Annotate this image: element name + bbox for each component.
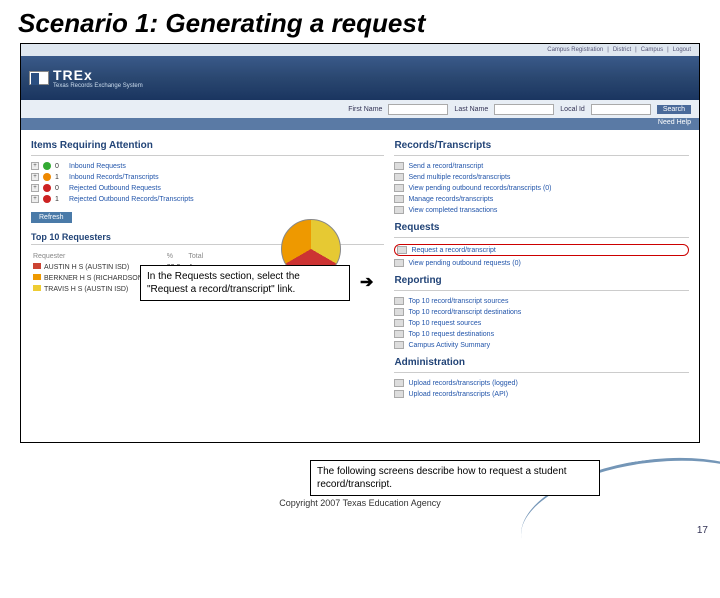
page-number: 17: [697, 525, 708, 536]
refresh-button[interactable]: Refresh: [31, 212, 72, 223]
help-bar[interactable]: Need Help: [21, 118, 699, 130]
label-local-id: Local Id: [560, 106, 585, 113]
doc-icon: [394, 184, 404, 192]
doc-icon: [394, 195, 404, 203]
report-link[interactable]: Campus Activity Summary: [408, 342, 490, 349]
rejected-requests-link[interactable]: Rejected Outbound Requests: [69, 185, 161, 192]
brand-name: TREx: [53, 67, 143, 83]
search-button[interactable]: Search: [657, 105, 691, 114]
expand-icon[interactable]: +: [31, 173, 39, 181]
view-pending-requests-link[interactable]: View pending outbound requests (0): [408, 260, 520, 267]
tab-campus-reg[interactable]: Campus Registration: [547, 47, 603, 53]
doc-icon: [394, 206, 404, 214]
upload-icon: [394, 390, 404, 398]
reporting-title: Reporting: [394, 275, 689, 286]
slide-title: Scenario 1: Generating a request: [0, 0, 720, 43]
right-column: Records/Transcripts Send a record/transc…: [394, 136, 689, 434]
swatch-icon: [33, 263, 41, 269]
expand-icon[interactable]: +: [31, 184, 39, 192]
report-link[interactable]: Top 10 record/transcript destinations: [408, 309, 521, 316]
first-name-input[interactable]: [388, 104, 448, 115]
label-first-name: First Name: [348, 106, 382, 113]
status-dot-orange: [43, 173, 51, 181]
tab-district[interactable]: District: [613, 47, 631, 53]
attention-title: Items Requiring Attention: [31, 140, 384, 151]
request-record-link[interactable]: Request a record/transcript: [411, 247, 495, 254]
report-link[interactable]: Top 10 request sources: [408, 320, 481, 327]
doc-icon: [397, 246, 407, 254]
upload-logged-link[interactable]: Upload records/transcripts (logged): [408, 380, 517, 387]
doc-icon: [394, 162, 404, 170]
send-multiple-link[interactable]: Send multiple records/transcripts: [408, 174, 510, 181]
banner: TREx Texas Records Exchange System: [21, 56, 699, 100]
upload-icon: [394, 379, 404, 387]
report-icon: [394, 308, 404, 316]
brand-subtitle: Texas Records Exchange System: [53, 83, 143, 89]
inbound-records-link[interactable]: Inbound Records/Transcripts: [69, 174, 159, 181]
arrow-icon: ➔: [360, 272, 373, 292]
upload-api-link[interactable]: Upload records/transcripts (API): [408, 391, 508, 398]
followup-callout: The following screens describe how to re…: [310, 460, 600, 496]
instruction-callout: In the Requests section, select the "Req…: [140, 265, 350, 301]
inbound-requests-link[interactable]: Inbound Requests: [69, 163, 126, 170]
expand-icon[interactable]: +: [31, 162, 39, 170]
swatch-icon: [33, 274, 41, 280]
status-dot-red: [43, 195, 51, 203]
report-icon: [394, 319, 404, 327]
tab-logout[interactable]: Logout: [673, 47, 691, 53]
status-dot-red: [43, 184, 51, 192]
expand-icon[interactable]: +: [31, 195, 39, 203]
top-tabs: Campus Registration| District| Campus| L…: [21, 44, 699, 56]
records-title: Records/Transcripts: [394, 140, 689, 151]
rejected-records-link[interactable]: Rejected Outbound Records/Transcripts: [69, 196, 194, 203]
texas-flag-icon: [29, 71, 49, 85]
label-last-name: Last Name: [454, 106, 488, 113]
local-id-input[interactable]: [591, 104, 651, 115]
completed-transactions-link[interactable]: View completed transactions: [408, 207, 497, 214]
last-name-input[interactable]: [494, 104, 554, 115]
doc-icon: [394, 173, 404, 181]
doc-icon: [394, 259, 404, 267]
tab-campus[interactable]: Campus: [641, 47, 663, 53]
admin-title: Administration: [394, 357, 689, 368]
app-screenshot: Campus Registration| District| Campus| L…: [20, 43, 700, 443]
report-icon: [394, 341, 404, 349]
status-dot-green: [43, 162, 51, 170]
view-pending-records-link[interactable]: View pending outbound records/transcript…: [408, 185, 551, 192]
send-record-link[interactable]: Send a record/transcript: [408, 163, 483, 170]
report-icon: [394, 297, 404, 305]
report-link[interactable]: Top 10 record/transcript sources: [408, 298, 508, 305]
search-bar: First Name Last Name Local Id Search: [21, 100, 699, 118]
manage-records-link[interactable]: Manage records/transcripts: [408, 196, 493, 203]
swatch-icon: [33, 285, 41, 291]
report-link[interactable]: Top 10 request destinations: [408, 331, 494, 338]
requests-title: Requests: [394, 222, 689, 233]
report-icon: [394, 330, 404, 338]
